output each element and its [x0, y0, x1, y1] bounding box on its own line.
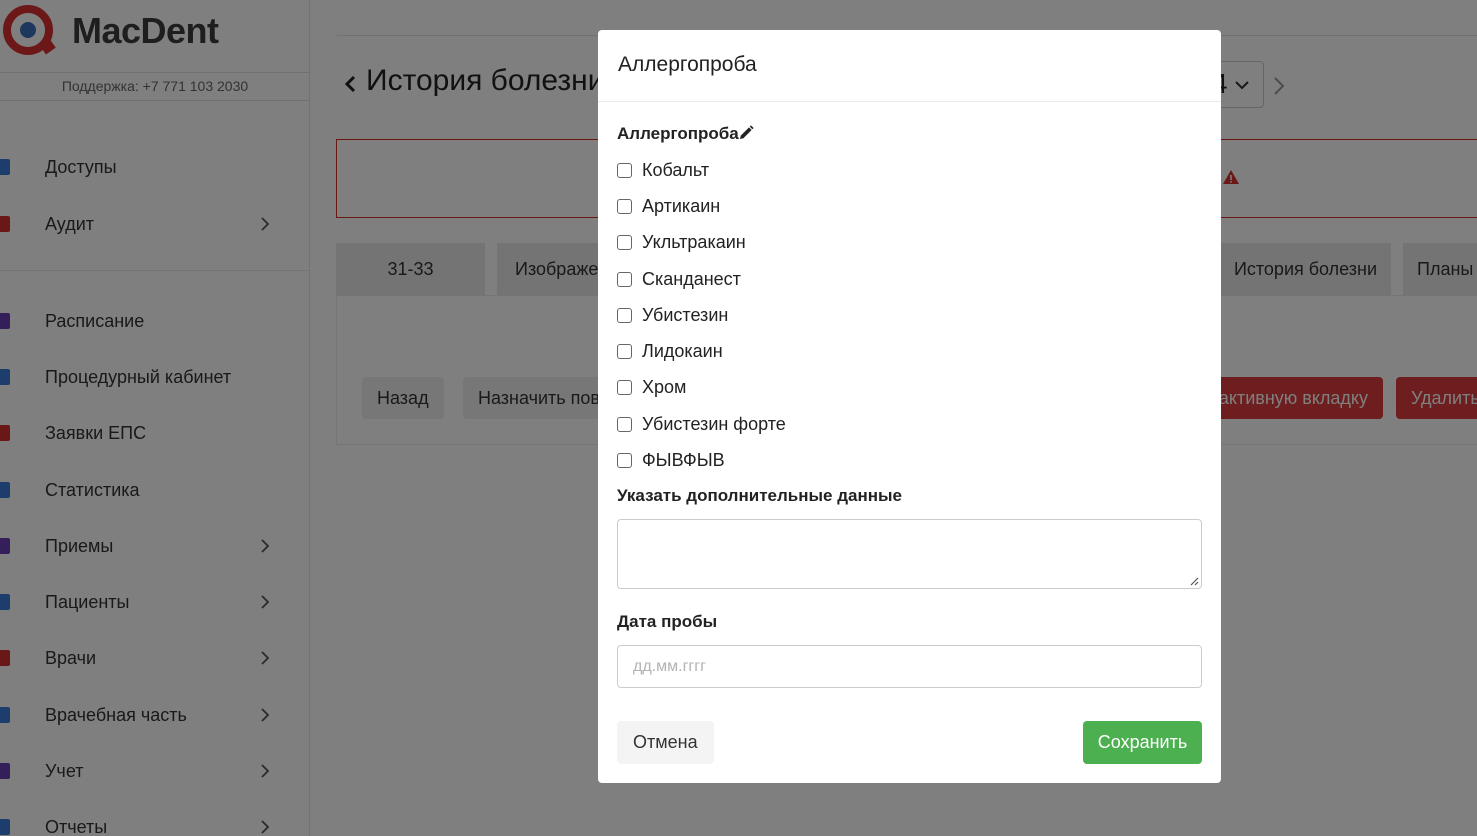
save-button[interactable]: Сохранить — [1083, 721, 1202, 764]
pencil-icon[interactable] — [738, 125, 754, 141]
allergen-checkbox[interactable] — [617, 416, 632, 432]
allergen-label: Укльтракаин — [642, 231, 746, 252]
allergen-label: Лидокаин — [642, 340, 723, 361]
allergy-section-label: Аллергопроба — [617, 124, 739, 143]
extra-data-textarea[interactable] — [617, 519, 1202, 589]
extra-data-label: Указать дополнительные данные — [617, 486, 902, 505]
allergen-label: Хром — [642, 376, 687, 397]
date-input[interactable]: дд.мм.гггг — [617, 645, 1202, 688]
allergen-option[interactable]: Убистезин — [617, 304, 728, 326]
allergen-option[interactable]: Кобальт — [617, 159, 709, 181]
allergen-checkbox[interactable] — [617, 271, 632, 287]
allergen-checkbox[interactable] — [617, 343, 632, 359]
allergen-label: Убистезин — [642, 304, 729, 325]
cancel-button[interactable]: Отмена — [617, 721, 714, 764]
allergen-checkbox[interactable] — [617, 162, 632, 178]
allergen-label: Убистезин форте — [642, 413, 786, 434]
allergen-checkbox[interactable] — [617, 379, 632, 395]
resize-grip-icon[interactable] — [1189, 576, 1199, 586]
allergen-checkbox[interactable] — [617, 198, 632, 214]
allergen-checkbox[interactable] — [617, 307, 632, 323]
allergen-option[interactable]: ФЫВФЫВ — [617, 449, 725, 471]
allergen-checkbox[interactable] — [617, 234, 632, 250]
allergen-label: Сканданест — [642, 268, 741, 289]
allergen-option[interactable]: Укльтракаин — [617, 231, 746, 253]
allergy-test-modal: Аллергопроба Аллергопроба Кобальт Артикаи… — [598, 30, 1221, 783]
allergen-option[interactable]: Лидокаин — [617, 340, 723, 362]
date-label: Дата пробы — [617, 612, 718, 631]
allergen-label: ФЫВФЫВ — [642, 449, 725, 470]
modal-header: Аллергопроба — [598, 30, 1221, 102]
allergen-checkbox[interactable] — [617, 452, 632, 468]
modal-title: Аллергопроба — [618, 53, 757, 76]
allergen-option[interactable]: Артикаин — [617, 195, 720, 217]
allergen-option[interactable]: Хром — [617, 376, 686, 398]
allergen-label: Артикаин — [642, 195, 721, 216]
allergen-label: Кобальт — [642, 159, 710, 180]
allergen-option[interactable]: Сканданест — [617, 268, 741, 290]
allergen-option[interactable]: Убистезин форте — [617, 413, 786, 435]
